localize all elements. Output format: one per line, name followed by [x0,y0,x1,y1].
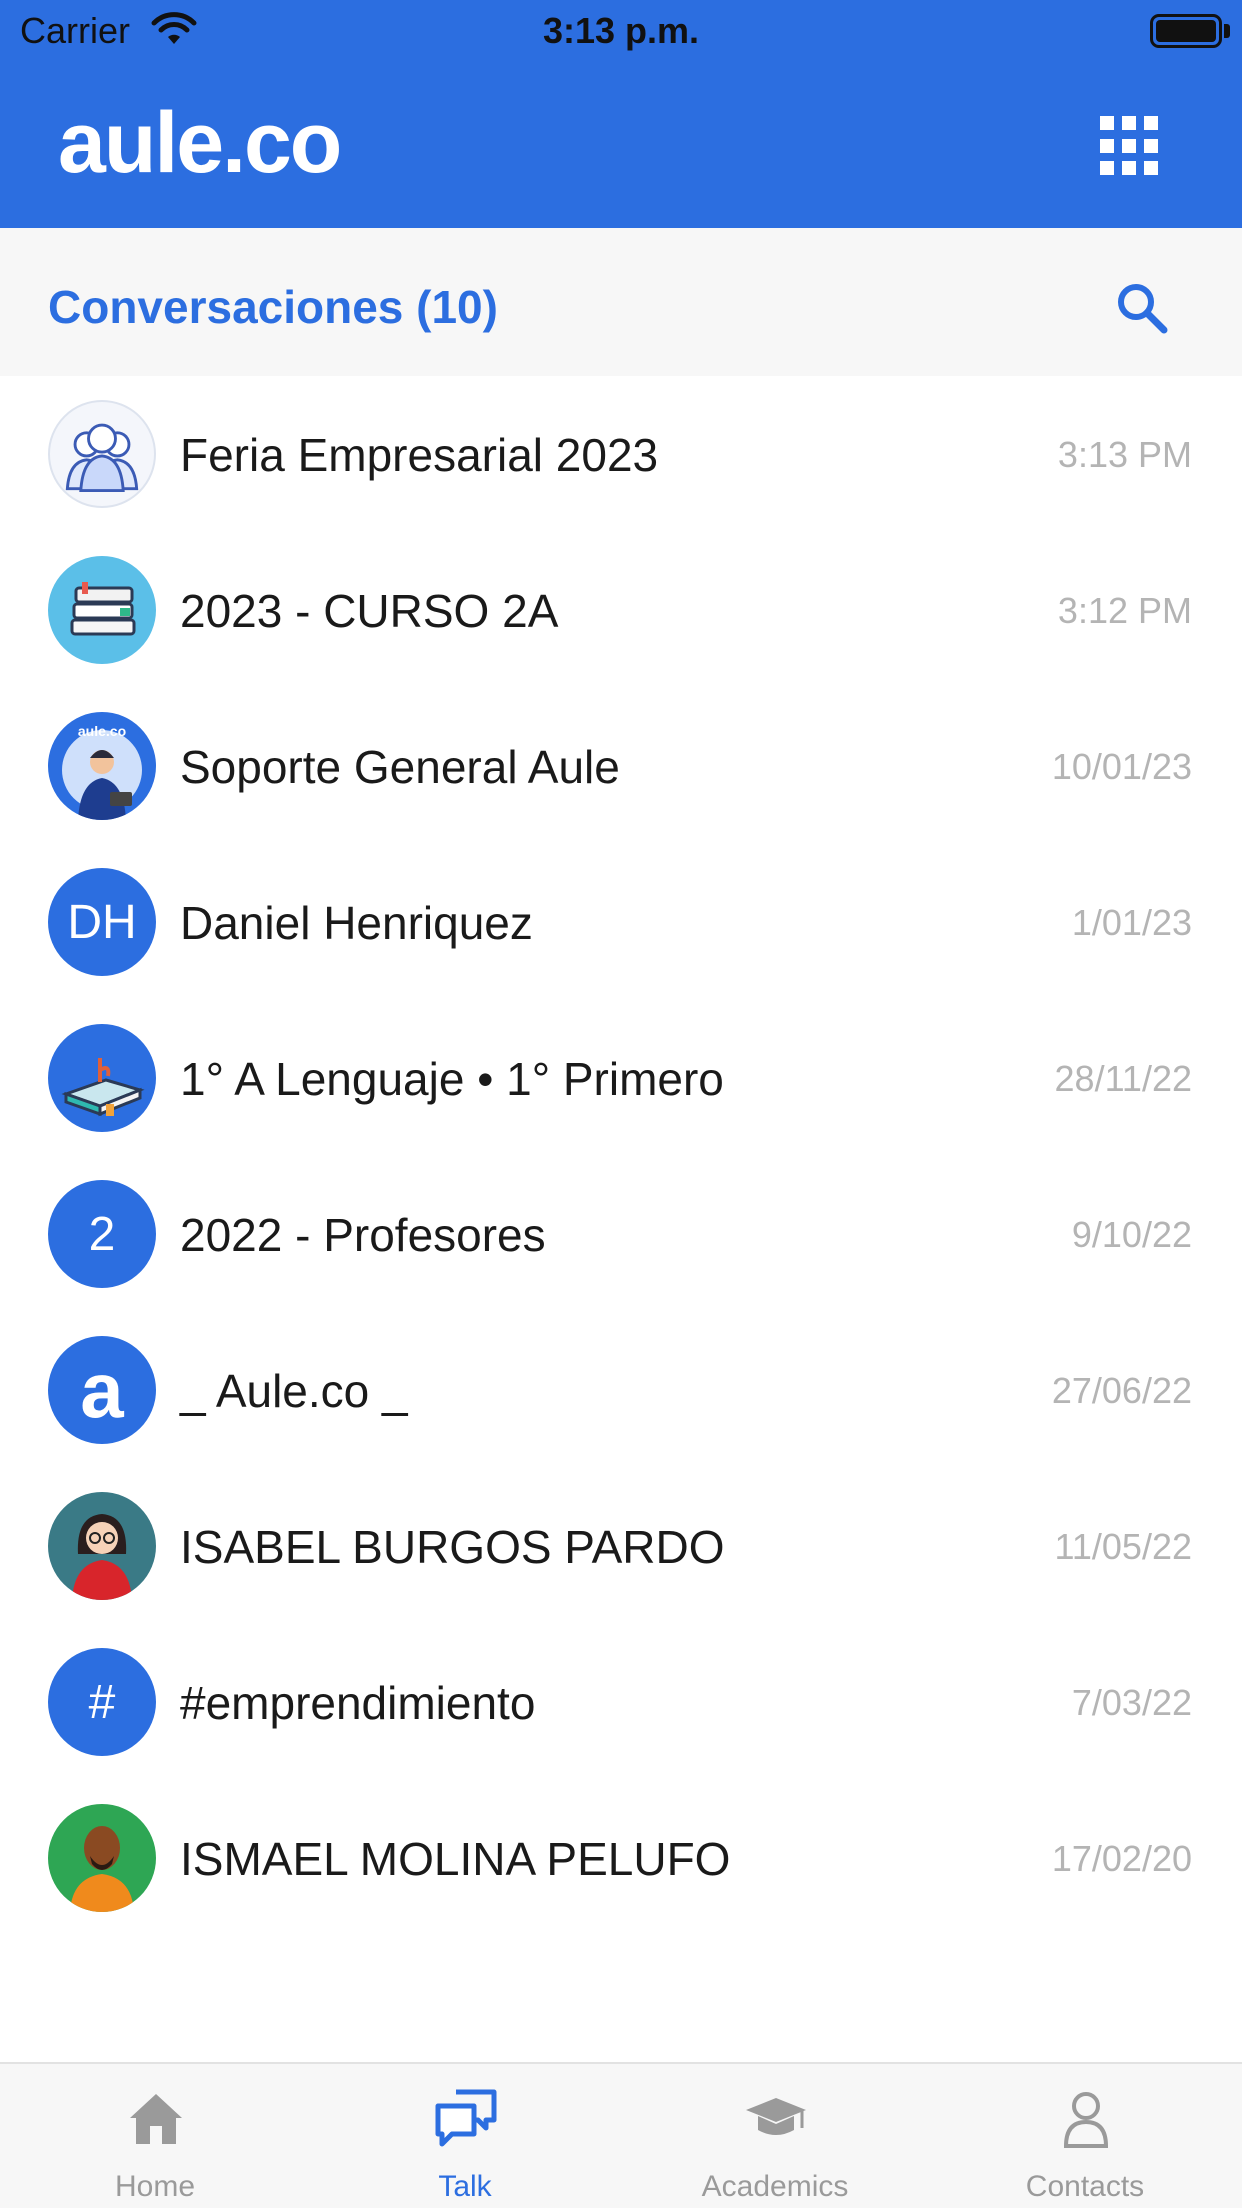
conversation-time: 3:13 PM [1057,434,1192,475]
conversation-name: Feria Empresarial 2023 [180,429,659,481]
conversations-header: Conversaciones (10) [0,228,1242,376]
graduation-cap-icon [746,2098,806,2135]
conversation-time: 11/05/22 [1054,1526,1192,1567]
group-illustration-icon [65,423,139,493]
conversation-name: ISABEL BURGOS PARDO [180,1521,725,1573]
conversation-time: 7/03/22 [1071,1682,1192,1723]
conversation-name: #emprendimiento [180,1677,536,1729]
conversation-time: 28/11/22 [1054,1058,1192,1099]
conversation-name: 2023 - CURSO 2A [180,585,559,637]
hash-avatar: # [48,1648,156,1756]
man-avatar [48,1804,156,1912]
conversation-time: 1/01/23 [1071,902,1192,943]
conversation-row[interactable]: # #emprendimiento 7/03/22 [0,1624,1242,1780]
conversation-row[interactable]: DH Daniel Henriquez 1/01/23 [0,844,1242,1000]
status-time: 3:13 p.m. [542,10,700,51]
conversation-name: Soporte General Aule [180,741,620,793]
search-icon[interactable] [1112,278,1172,338]
grid-icon [1100,116,1114,130]
conversation-time: 17/02/20 [1051,1838,1192,1879]
home-icon [130,2094,182,2144]
conversation-row[interactable]: 1° A Lenguaje • 1° Primero 28/11/22 [0,1000,1242,1156]
conversation-name: _ Aule.co _ [180,1365,408,1417]
tab-contacts[interactable]: Contacts [930,2064,1240,2208]
support-agent-illustration-icon: aule.co [62,723,142,820]
conversation-name: 2022 - Profesores [180,1209,546,1261]
conversations-title: Conversaciones (10) [48,281,498,333]
aule-logo-avatar: a [48,1336,156,1444]
initials-avatar: 2 [48,1180,156,1288]
woman-illustration-icon [72,1514,132,1600]
conversation-row[interactable]: 2023 - CURSO 2A 3:12 PM [0,532,1242,688]
tab-home[interactable]: Home [0,2064,310,2208]
woman-avatar [48,1492,156,1600]
apps-grid-button[interactable] [1100,116,1160,176]
conversation-time: 9/10/22 [1071,1214,1192,1255]
tab-talk[interactable]: Talk [310,2064,620,2208]
conversation-row[interactable]: ISABEL BURGOS PARDO 11/05/22 [0,1468,1242,1624]
tab-label: Contacts [1025,2170,1145,2203]
book-avatar [48,1024,156,1132]
conversation-row[interactable]: a _ Aule.co _ 27/06/22 [0,1312,1242,1468]
initials-avatar: DH [48,868,156,976]
conversation-row[interactable]: ISMAEL MOLINA PELUFO 17/02/20 [0,1780,1242,1936]
chat-icon [435,2089,497,2147]
conversation-row[interactable]: aule.co Soporte General Aule 10/01/23 [0,688,1242,844]
tab-label: Home [114,2170,196,2203]
conversation-row[interactable]: 2 2022 - Profesores 9/10/22 [0,1156,1242,1312]
conversation-name: 1° A Lenguaje • 1° Primero [180,1053,724,1105]
support-avatar: aule.co [48,712,156,820]
battery-cap [1224,24,1230,38]
svg-text:aule.co: aule.co [78,723,126,739]
book-illustration-icon [61,1058,145,1117]
group-avatar [48,400,156,508]
books-illustration-icon [70,582,136,636]
books-avatar [48,556,156,664]
status-bar: Carrier 3:13 p.m. [0,0,1242,64]
top-app-bar: Carrier 3:13 p.m. aule.co [0,0,1242,228]
tab-label: Talk [438,2170,492,2203]
conversation-name: ISMAEL MOLINA PELUFO [180,1833,731,1885]
conversation-name: Daniel Henriquez [180,897,533,949]
conversation-time: 27/06/22 [1051,1370,1192,1411]
man-illustration-icon [70,1826,134,1912]
tab-academics[interactable]: Academics [620,2064,930,2208]
conversation-time: 10/01/23 [1051,746,1192,787]
app-logo: aule.co [58,95,342,191]
battery-icon [1150,14,1222,48]
person-icon [1063,2092,1109,2148]
conversation-row[interactable]: Feria Empresarial 2023 3:13 PM [0,376,1242,532]
bottom-tab-bar: Home Talk Academics Contacts [0,2062,1242,2208]
conversation-time: 3:12 PM [1057,590,1192,631]
tab-label: Academics [701,2170,849,2203]
